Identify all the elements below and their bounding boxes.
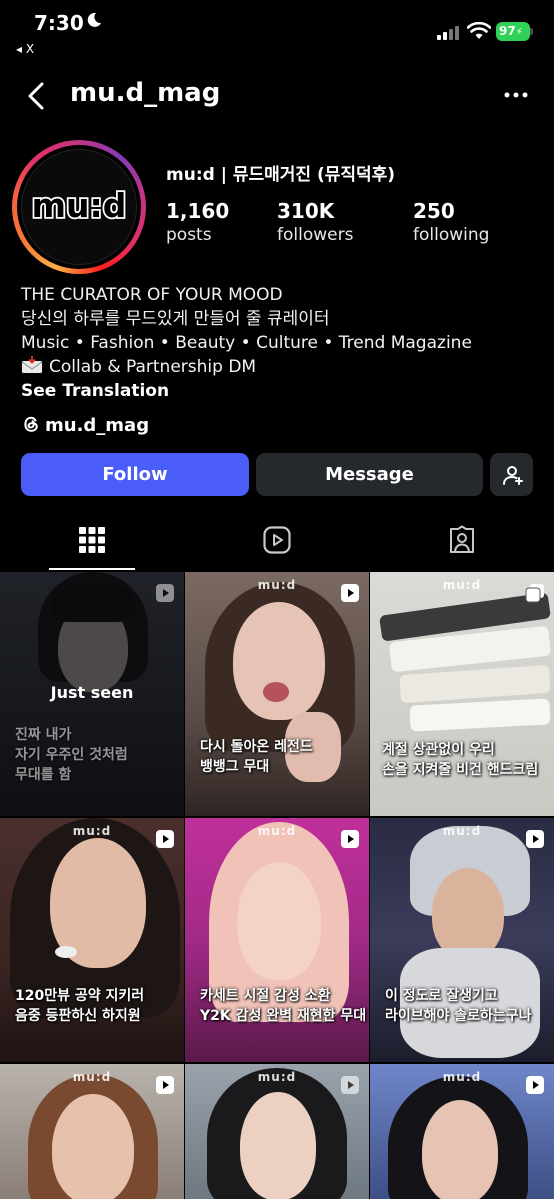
status-bar: 7:30 ◂ X 97⚡	[0, 0, 554, 62]
post-tile[interactable]: mu:d 카세트 시절 감성 소환 Y2K 감성 완벽 재현한 무대	[185, 818, 369, 1062]
following-count: 250	[413, 199, 455, 223]
caption-line: 120만뷰 공약 지키러	[15, 988, 145, 1004]
message-button[interactable]: Message	[256, 453, 483, 496]
caption-line: 뱅뱅그 무대	[200, 759, 270, 775]
profile-tabs	[0, 515, 554, 571]
tab-reels[interactable]	[185, 515, 370, 571]
focus-moon-icon	[87, 12, 101, 27]
battery-nub	[530, 28, 533, 35]
caption-line: Y2K 감성 완벽 재현한 무대	[200, 1008, 367, 1024]
threads-link[interactable]: mu.d_mag	[21, 414, 149, 436]
post-tile[interactable]: mu:d 계절 상관없이 우리 손을 지켜줄 비건 핸드크림	[370, 572, 554, 816]
profile-header: mu.d_mag	[0, 68, 554, 122]
post-tile[interactable]: mu:d 이 정도로 잘생기고 라이브해야 솔로하는구나	[370, 818, 554, 1062]
bio-line: THE CURATOR OF YOUR MOOD	[21, 285, 283, 305]
post-caption: 이 정도로 잘생기고 라이브해야 솔로하는구나	[385, 986, 546, 1026]
display-name: mu:d | 뮤드매거진 (뮤직덕후)	[166, 165, 396, 185]
followers-count: 310K	[277, 199, 335, 223]
bio-line: 당신의 하루를 무드있게 만들어 줄 큐레이터	[21, 309, 330, 329]
avatar-logo: mu:d	[30, 184, 128, 227]
posts-grid: Just seen 진짜 내가 자기 우주인 것처럼 무대를 함 mu:d 다시…	[0, 572, 554, 1199]
reel-icon	[341, 584, 359, 602]
avatar[interactable]: mu:d	[21, 149, 137, 265]
follow-button[interactable]: Follow	[21, 453, 249, 496]
bio-collab-text: Collab & Partnership DM	[49, 357, 257, 377]
caption-line: 음중 등판하신 하지원	[15, 1008, 141, 1024]
posts-label: posts	[166, 225, 212, 245]
battery-level: 97	[499, 24, 516, 38]
tagged-icon	[450, 525, 474, 553]
grid-icon	[79, 527, 105, 553]
reels-icon	[263, 526, 291, 554]
reel-icon	[526, 1076, 544, 1094]
story-ring[interactable]: mu:d	[12, 140, 146, 274]
caption-line: 진짜 내가	[15, 727, 72, 743]
caption-line: 라이브해야 솔로하는구나	[385, 1008, 532, 1024]
bio-line-collab: Collab & Partnership DM	[21, 355, 541, 379]
carousel-icon	[525, 584, 544, 603]
profile-handle: mu.d_mag	[70, 78, 221, 108]
post-caption: 카세트 시절 감성 소환 Y2K 감성 완벽 재현한 무대	[200, 986, 367, 1026]
reel-icon	[526, 830, 544, 848]
post-tile[interactable]: mu:d 다시 돌아온 레전드 뱅뱅그 무대	[185, 572, 369, 816]
battery-indicator: 97⚡	[496, 22, 530, 41]
suggested-accounts-button[interactable]	[490, 453, 533, 496]
caption-line: 자기 우주인 것처럼	[15, 747, 128, 763]
post-caption: 120만뷰 공약 지키러 음중 등판하신 하지원	[15, 986, 176, 1026]
post-tile[interactable]: mu:d	[370, 1064, 554, 1199]
post-tile[interactable]: mu:d	[185, 1064, 369, 1199]
profile-bio: THE CURATOR OF YOUR MOOD 당신의 하루를 무드있게 만들…	[21, 283, 541, 403]
threads-icon	[24, 416, 38, 432]
bio-line: Music • Fashion • Beauty • Culture • Tre…	[21, 333, 472, 353]
post-caption: 진짜 내가 자기 우주인 것처럼 무대를 함	[15, 725, 176, 785]
selected-tab-underline	[49, 568, 135, 570]
reel-icon	[156, 584, 174, 602]
following-stat[interactable]: 250 following	[413, 199, 489, 245]
caption-line: 다시 돌아온 레전드	[200, 739, 313, 755]
status-time: 7:30	[34, 11, 84, 35]
caption-line: 계절 상관없이 우리	[382, 742, 495, 758]
reel-icon	[341, 1076, 359, 1094]
caption-line: 손을 지켜줄 비건 핸드크림	[382, 762, 539, 778]
reel-icon	[156, 1076, 174, 1094]
tab-posts-grid[interactable]	[0, 515, 185, 571]
threads-handle: mu.d_mag	[45, 415, 150, 436]
posts-stat[interactable]: 1,160 posts	[166, 199, 229, 245]
reel-icon	[156, 830, 174, 848]
incoming-envelope-icon	[21, 356, 43, 373]
see-translation-link[interactable]: See Translation	[21, 379, 541, 403]
more-options-icon[interactable]	[500, 82, 532, 108]
post-caption: 다시 돌아온 레전드 뱅뱅그 무대	[200, 737, 361, 777]
back-chevron-icon[interactable]	[22, 76, 52, 116]
add-person-icon	[503, 466, 523, 485]
back-to-app-link[interactable]: ◂ X	[16, 42, 34, 56]
just-seen-label: Just seen	[50, 683, 134, 702]
wifi-icon	[467, 22, 491, 39]
followers-label: followers	[277, 225, 354, 245]
tab-tagged[interactable]	[370, 515, 554, 571]
posts-count: 1,160	[166, 199, 230, 223]
caption-line: 무대를 함	[15, 767, 72, 783]
reel-icon	[341, 830, 359, 848]
caption-line: 카세트 시절 감성 소환	[200, 988, 331, 1004]
post-tile[interactable]: Just seen 진짜 내가 자기 우주인 것처럼 무대를 함	[0, 572, 184, 816]
caption-line: 이 정도로 잘생기고	[385, 988, 498, 1004]
avatar-logo-text: mu:d	[32, 186, 127, 225]
post-caption: 계절 상관없이 우리 손을 지켜줄 비건 핸드크림	[382, 740, 546, 780]
post-tile[interactable]: mu:d	[0, 1064, 184, 1199]
cellular-signal-icon	[437, 26, 463, 40]
followers-stat[interactable]: 310K followers	[277, 199, 353, 245]
post-tile[interactable]: mu:d 120만뷰 공약 지키러 음중 등판하신 하지원	[0, 818, 184, 1062]
following-label: following	[413, 225, 490, 245]
